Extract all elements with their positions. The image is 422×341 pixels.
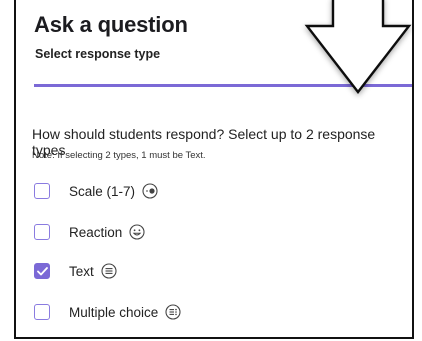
text-lines-icon <box>101 263 117 279</box>
option-reaction-checkbox[interactable] <box>34 224 50 240</box>
option-text-checkbox[interactable] <box>34 263 50 279</box>
option-multiple-choice-label: Multiple choice <box>69 304 159 320</box>
option-multiple-choice-checkbox[interactable] <box>34 304 50 320</box>
option-scale-label: Scale (1-7) <box>69 183 136 199</box>
question-note: Note: If selecting 2 types, 1 must be Te… <box>32 150 206 161</box>
option-scale-checkbox[interactable] <box>34 183 50 199</box>
scale-icon <box>142 183 158 199</box>
page-title: Ask a question <box>34 12 188 37</box>
page-subtitle: Select response type <box>35 47 161 61</box>
option-multiple-choice[interactable]: Multiple choice <box>34 304 181 320</box>
checkmark-icon <box>36 266 48 275</box>
down-arrow-overlay-icon <box>304 0 412 94</box>
option-text-label: Text <box>69 263 94 279</box>
option-scale[interactable]: Scale (1-7) <box>34 183 158 199</box>
option-reaction[interactable]: Reaction <box>34 224 145 240</box>
option-reaction-label: Reaction <box>69 224 123 240</box>
option-text[interactable]: Text <box>34 263 117 279</box>
smiley-icon <box>129 224 145 240</box>
list-icon <box>165 304 181 320</box>
